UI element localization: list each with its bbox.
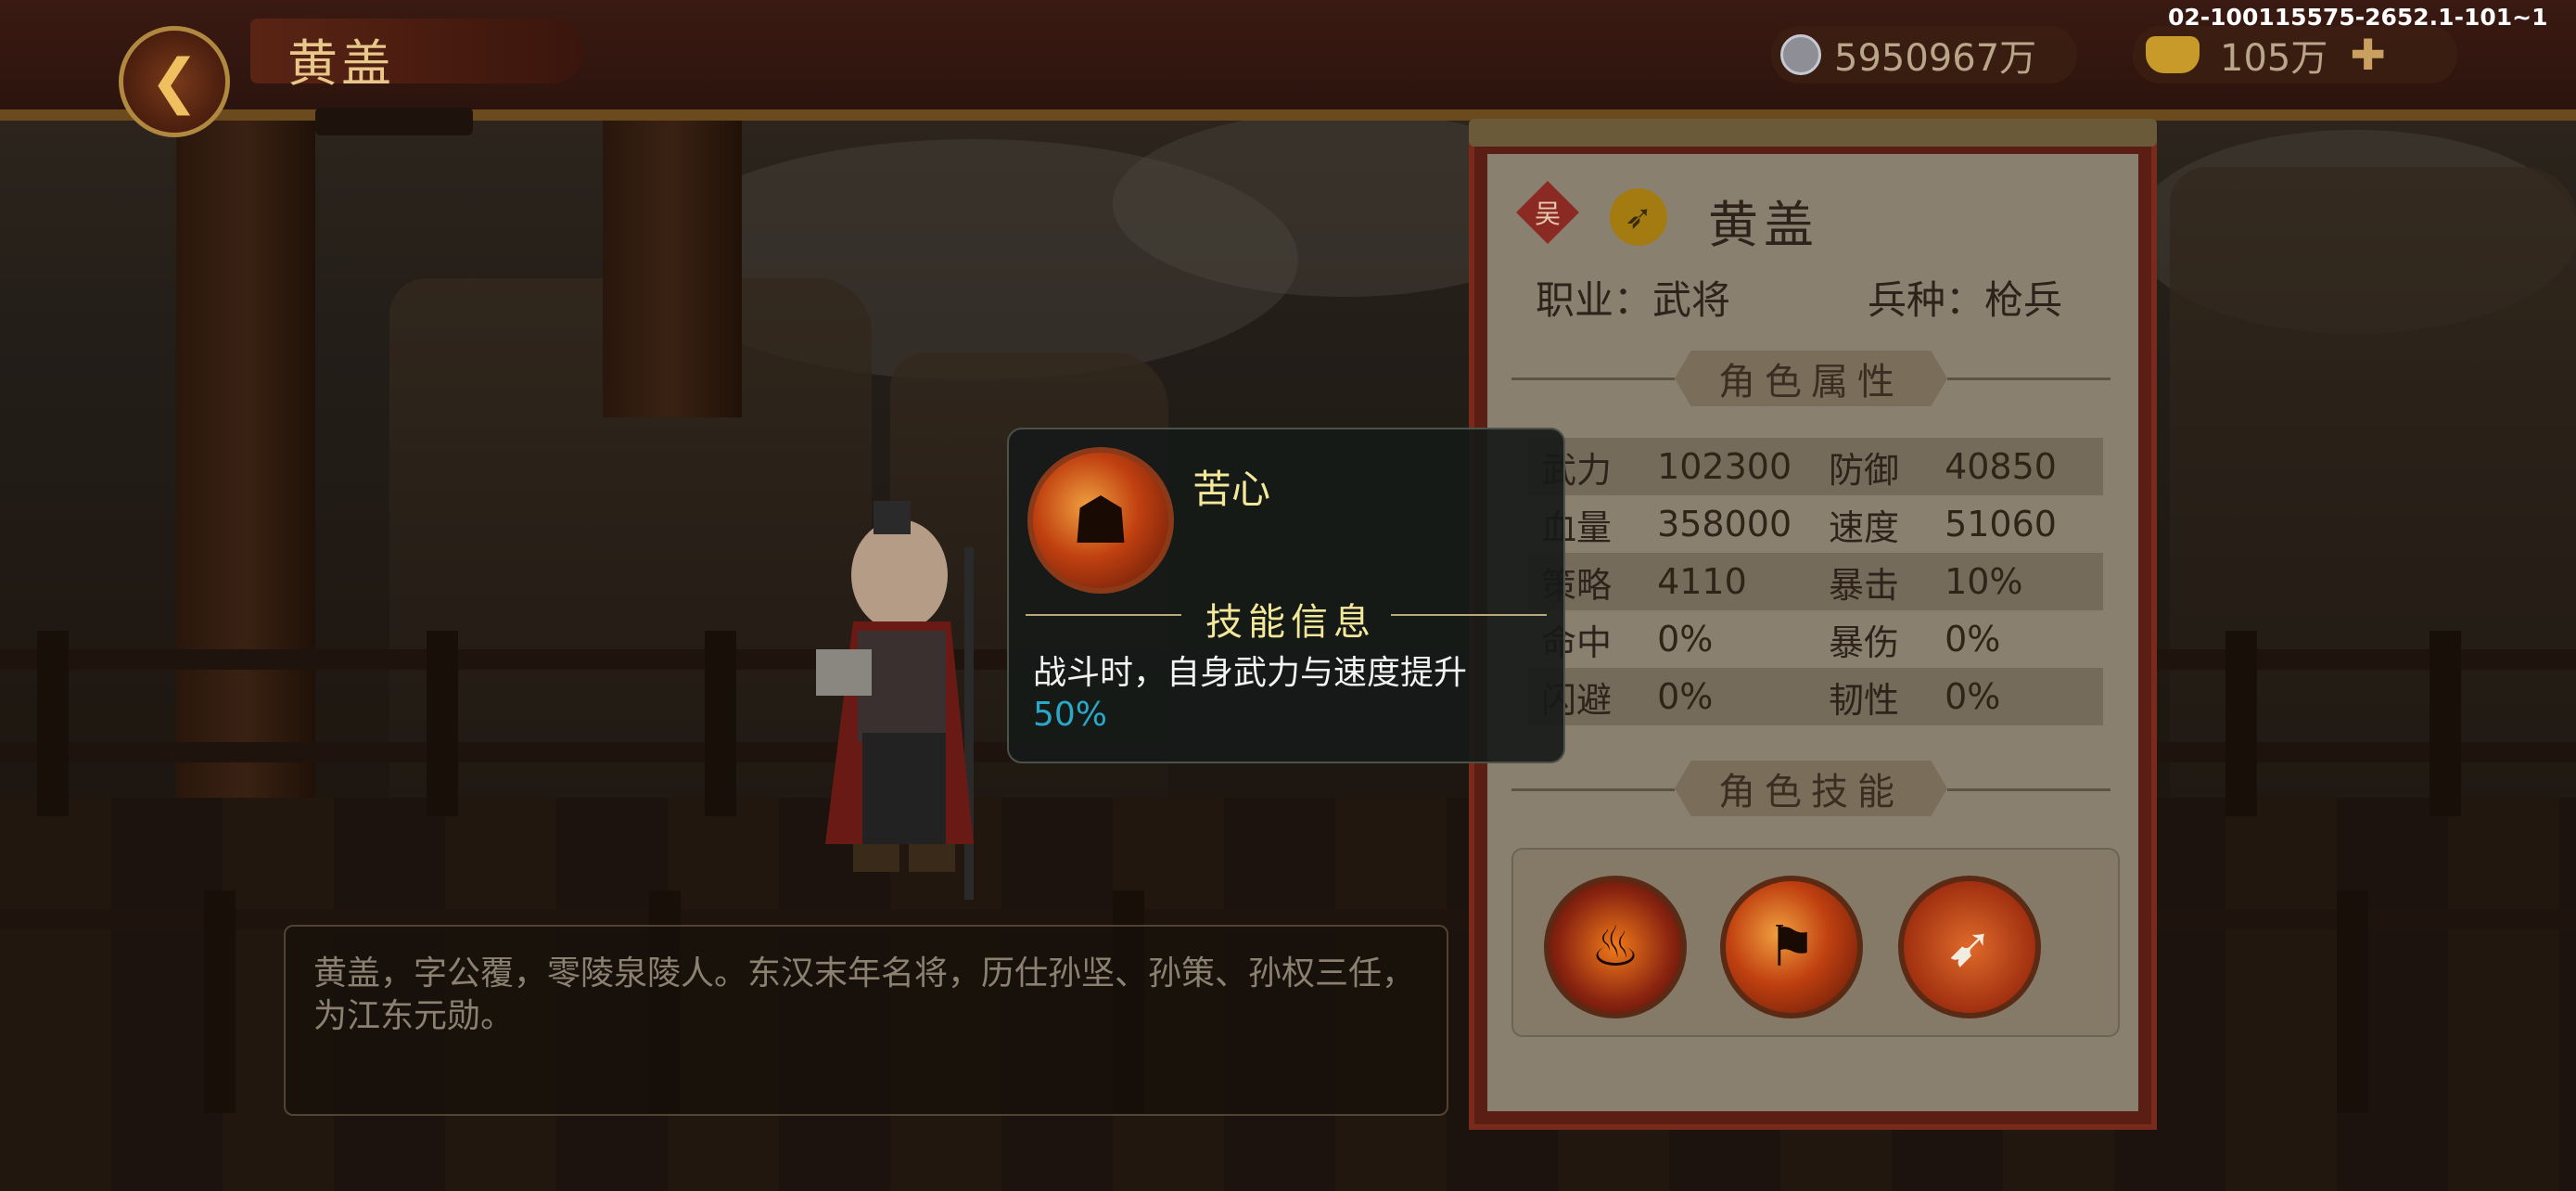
stat-row: 策略 4110 暴击 10% [1528,553,2103,610]
skill-name: 苦心 [1192,467,1271,512]
silver-coin-icon [1780,34,1821,75]
build-id: 02-100115575-2652.1-101~1 [2168,4,2548,31]
stat-row: 血量 358000 速度 51060 [1541,504,2057,548]
stats-table: 武力 102300 防御 40850 血量 358000 速度 51060 策略 4110… [1528,438,2103,725]
silver-amount: 5950967万 [1834,37,2037,80]
stat-row: 武力 102300 防御 40850 [1528,438,2103,495]
stat-row: 闪避 0% 韧性 0% [1528,668,2103,725]
skill-portrait-icon: ☗ [1027,447,1174,594]
hero-job: 职业：武将 [1536,277,1731,323]
plus-icon[interactable]: ✚ [2350,30,2386,80]
spear-class-icon: ➶ [1610,188,1667,246]
skills-heading: 角色技能 [1675,761,1947,816]
fire-warrior-skill-icon[interactable]: ♨ [1544,876,1687,1018]
stat-row: 命中 0% 暴伤 0% [1541,619,2001,663]
skill-info-heading: 技能信息 [1205,601,1376,644]
hero-troop-type: 兵种：枪兵 [1868,277,2063,323]
silver-currency: 5950967万 [1771,26,2077,83]
hero-biography: 黄盖，字公覆，零陵泉陵人。东汉末年名将，历仕孙坚、孙策、孙权三任，为江东元勋。 [284,925,1448,1116]
back-button[interactable]: ❮ [119,26,230,137]
skill-description: 战斗时，自身武力与速度提升 [1033,654,1468,692]
back-arrow-icon: ❮ [149,47,199,116]
spear-thrust-skill-icon[interactable]: ➹ [1898,876,2041,1018]
attributes-heading: 角色属性 [1675,351,1947,406]
gold-amount: 105万 [2220,37,2328,80]
hero-name: 黄盖 [1708,196,1819,254]
page-title: 黄盖 [287,34,395,93]
skill-value: 50% [1033,696,1108,734]
flame-banner-skill-icon[interactable]: ⚑ [1720,876,1863,1018]
gold-ingot-icon [2146,36,2200,73]
gold-currency: 105万 ✚ [2133,26,2457,83]
faction-label: 吴 [1534,198,1561,229]
